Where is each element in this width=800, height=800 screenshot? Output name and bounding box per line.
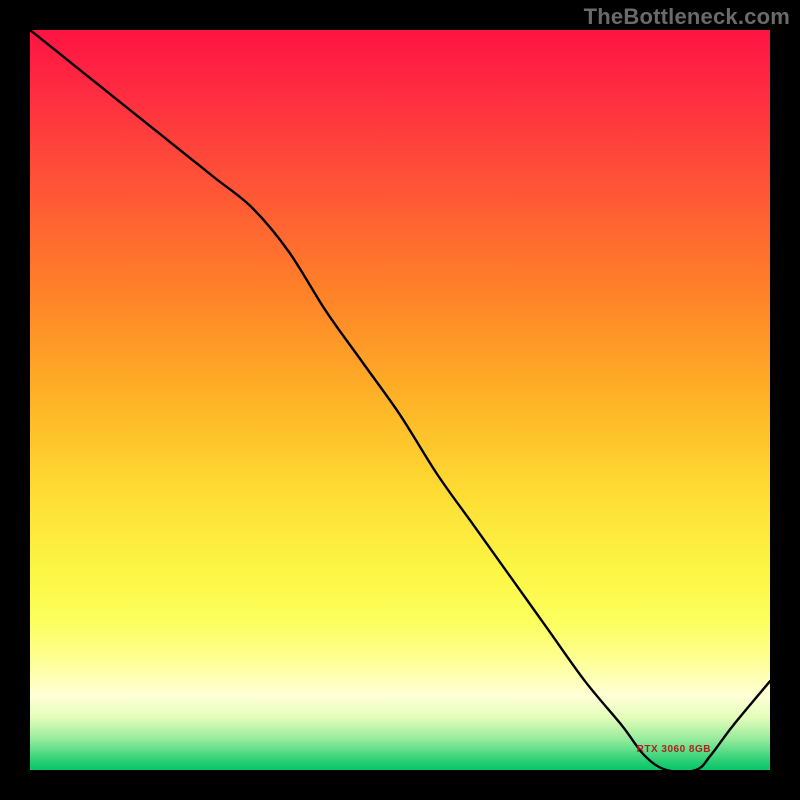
- chart-container: TheBottleneck.com RTX 3060 8GB: [0, 0, 800, 800]
- watermark-label: TheBottleneck.com: [584, 4, 790, 30]
- bottleneck-curve: [30, 30, 770, 772]
- line-overlay: RTX 3060 8GB: [30, 30, 770, 770]
- plot-area: RTX 3060 8GB: [30, 30, 770, 770]
- annotation-label: RTX 3060 8GB: [637, 744, 711, 755]
